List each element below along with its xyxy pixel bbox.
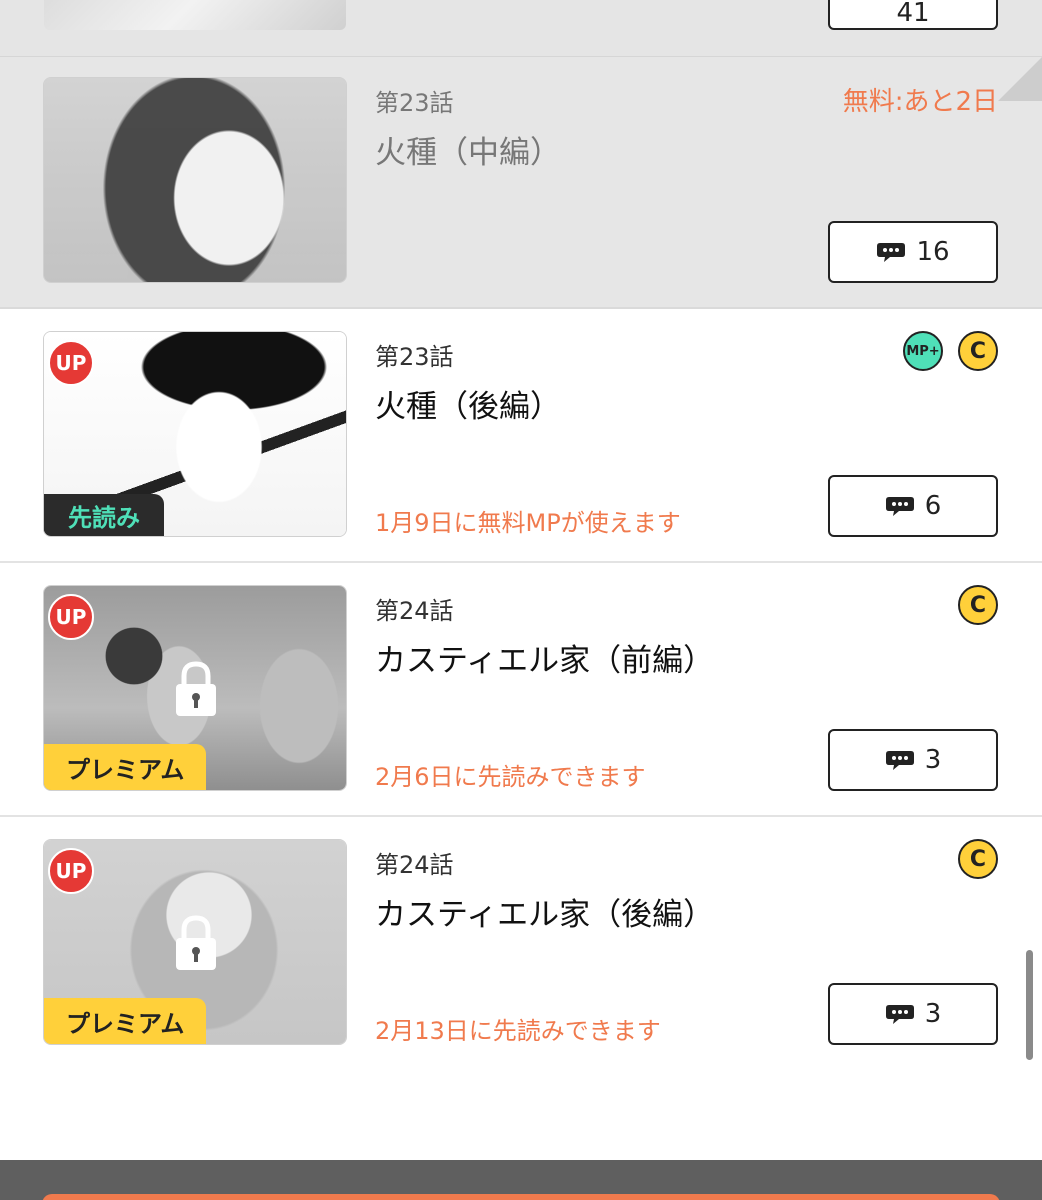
episode-thumbnail: UP プレミアム <box>43 839 347 1045</box>
lock-icon <box>176 661 216 716</box>
episode-row[interactable]: UP 先読み 第23話 火種（後編） MP+ C 1月9日に無料MPが使えます … <box>0 311 1042 563</box>
comment-count: 41 <box>896 0 930 28</box>
episode-number: 第23話 <box>375 89 454 117</box>
episode-number: 第24話 <box>375 597 454 625</box>
availability-note: 2月6日に先読みできます <box>375 763 646 791</box>
scrollbar[interactable] <box>1026 950 1033 1060</box>
availability-note: 2月13日に先読みできます <box>375 1017 661 1045</box>
episode-title: カスティエル家（前編） <box>375 643 715 679</box>
speech-bubble-icon <box>885 751 914 770</box>
episode-number: 第24話 <box>375 851 454 879</box>
comment-button[interactable]: 3 <box>828 983 998 1045</box>
comment-button[interactable]: 6 <box>828 475 998 537</box>
free-remaining-label: 無料:あと2日 <box>842 87 998 117</box>
coin-c-icon: C <box>958 331 998 371</box>
footer-bar <box>0 1160 1042 1200</box>
coin-c-icon: C <box>958 839 998 879</box>
episode-row[interactable]: 第23話 火種（中編） 無料:あと2日 16 <box>0 57 1042 309</box>
episode-title: 火種（中編） <box>375 135 561 171</box>
comment-button[interactable]: 16 <box>828 221 998 283</box>
comment-count: 3 <box>924 745 942 775</box>
episode-title: カスティエル家（後編） <box>375 897 715 933</box>
episode-thumbnail <box>44 0 346 30</box>
comment-count: 16 <box>916 237 950 267</box>
episode-row[interactable]: UP プレミアム 第24話 カスティエル家（前編） C 2月6日に先読みできます… <box>0 565 1042 817</box>
mp-plus-icon: MP+ <box>903 331 943 371</box>
footer-action-button[interactable] <box>42 1194 1000 1200</box>
episode-thumbnail <box>43 77 347 283</box>
premium-ribbon: プレミアム <box>44 744 207 790</box>
speech-bubble-icon <box>877 243 906 262</box>
read-corner-fold <box>998 57 1042 101</box>
episode-number: 第23話 <box>375 343 454 371</box>
advance-read-ribbon: 先読み <box>44 494 164 536</box>
comment-count: 6 <box>924 491 942 521</box>
episode-title: 火種（後編） <box>375 389 561 425</box>
speech-bubble-icon <box>885 1005 914 1024</box>
up-badge: UP <box>48 594 94 640</box>
availability-note: 1月9日に無料MPが使えます <box>375 509 681 537</box>
premium-ribbon: プレミアム <box>44 998 207 1044</box>
comment-count: 3 <box>924 999 942 1029</box>
comment-button[interactable]: 41 <box>828 0 998 30</box>
coin-c-icon: C <box>958 585 998 625</box>
comment-button[interactable]: 3 <box>828 729 998 791</box>
episode-row[interactable]: UP プレミアム 第24話 カスティエル家（後編） C 2月13日に先読みできま… <box>0 819 1042 1071</box>
episode-thumbnail: UP 先読み <box>43 331 347 537</box>
up-badge: UP <box>48 340 94 386</box>
episode-row-previous[interactable]: 41 <box>0 0 1042 58</box>
episode-list-page: 41 第23話 火種（中編） 無料:あと2日 16 UP 先読み 第23話 火種… <box>0 0 1042 1200</box>
speech-bubble-icon <box>885 497 914 516</box>
episode-thumbnail: UP プレミアム <box>43 585 347 791</box>
up-badge: UP <box>48 848 94 894</box>
lock-icon <box>176 915 216 970</box>
